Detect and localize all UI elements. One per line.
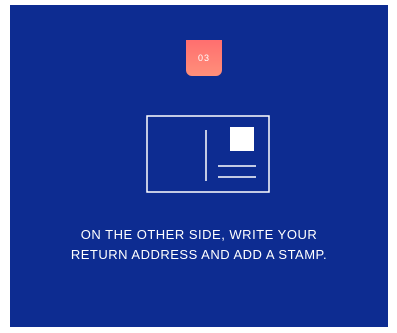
instruction-line-1: ON THE OTHER SIDE, WRITE YOUR	[80, 227, 318, 242]
instruction-line-2: RETURN ADDRESS AND ADD A STAMP.	[70, 247, 328, 262]
instruction-text: ON THE OTHER SIDE, WRITE YOUR RETURN ADD…	[10, 225, 388, 265]
step-card: 03 ON THE OTHER SIDE, WRITE YOUR RETURN …	[10, 5, 388, 327]
step-number-badge: 03	[186, 40, 222, 76]
postcard-icon	[146, 115, 270, 193]
